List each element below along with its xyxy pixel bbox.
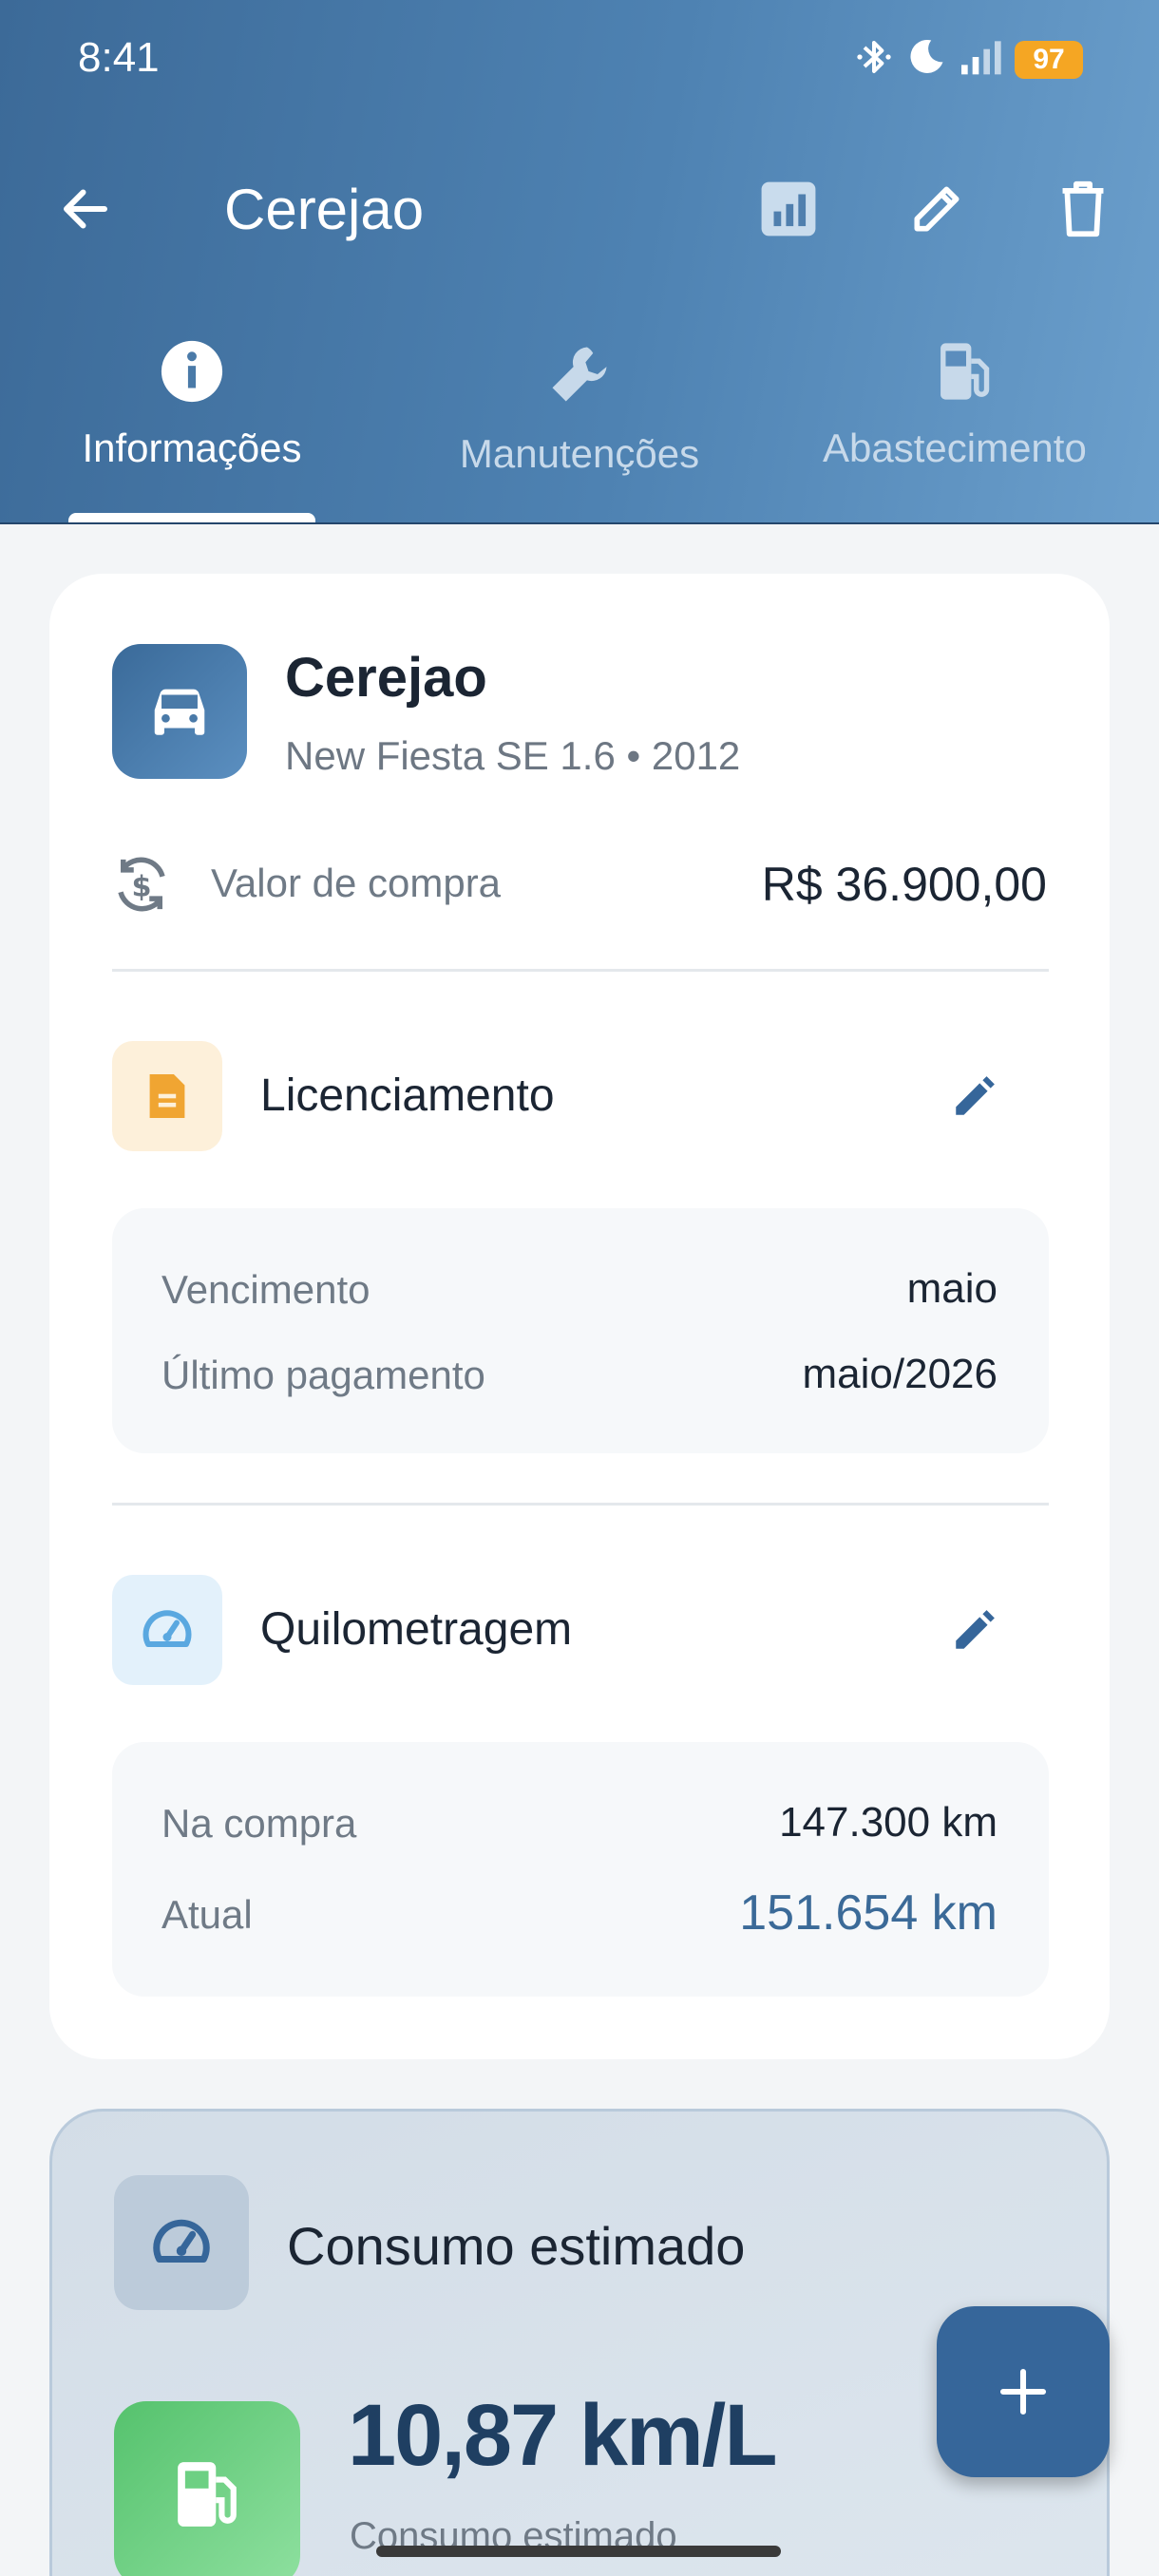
speedometer-icon [142,1610,192,1647]
speedometer-icon [153,2219,210,2263]
signal-icon [960,38,1001,81]
delete-vehicle-button[interactable] [1047,173,1119,245]
vehicle-model: New Fiesta SE 1.6 • 2012 [285,733,741,778]
purchase-value: R$ 36.900,00 [761,858,1047,911]
vehicle-avatar [112,644,247,779]
info-icon [161,340,223,403]
last-payment-label: Último pagamento [162,1353,485,1397]
pencil-icon [956,1610,995,1649]
chart-icon [761,181,816,237]
consumption-icon-box [114,2175,249,2310]
back-button[interactable] [55,179,116,239]
divider [112,969,1049,972]
svg-text:$: $ [131,870,151,903]
active-tab-indicator [68,513,315,522]
currency-exchange-icon: $ [110,853,173,916]
consumption-value: 10,87 km/L [348,2387,778,2484]
mileage-title: Quilometragem [260,1604,573,1655]
edit-mileage-button[interactable] [942,1600,1005,1662]
purchase-km-value: 147.300 km [779,1799,998,1846]
car-icon [154,689,205,735]
pencil-icon [956,1076,995,1115]
battery-badge: 97 [1015,40,1083,79]
purchase-km-label: Na compra [162,1801,357,1846]
bluetooth-icon [855,36,893,83]
licensing-details-panel [112,1208,1049,1453]
status-time: 8:41 [78,34,160,81]
last-payment-value: maio/2026 [802,1351,998,1397]
tab-informacoes[interactable]: Informações [68,338,315,524]
fuel-pump-icon [940,343,990,400]
purchase-value-label: Valor de compra [211,861,502,905]
tab-label: Manutenções [459,431,700,476]
tab-label: Abastecimento [823,426,1087,470]
pencil-icon [914,186,960,232]
mileage-details-panel [112,1742,1049,1997]
due-value: maio [906,1265,998,1312]
current-km-label: Atual [162,1892,253,1937]
document-icon [149,1074,185,1118]
tab-label: Informações [82,426,302,470]
status-icons: 97 [855,36,1083,83]
do-not-disturb-moon-icon [906,37,946,82]
edit-licensing-button[interactable] [942,1066,1005,1128]
home-indicator[interactable] [376,2546,781,2557]
wrench-icon [552,347,607,402]
add-button[interactable] [937,2306,1110,2477]
edit-vehicle-button[interactable] [901,173,973,245]
arrow-left-icon [64,189,107,229]
fuel-icon-box [114,2401,300,2576]
current-km-value: 151.654 km [739,1885,998,1941]
divider [112,1503,1049,1506]
licensing-title: Licenciamento [260,1070,555,1121]
due-label: Vencimento [162,1267,370,1312]
plus-icon [999,2368,1047,2415]
consumption-title: Consumo estimado [287,2216,746,2276]
statistics-button[interactable] [752,173,825,245]
tab-manutencoes[interactable]: Manutenções [446,338,712,524]
mileage-icon-box [112,1575,222,1685]
page-title: Cerejao [224,178,425,241]
vehicle-name: Cerejao [285,647,487,709]
gas-station-icon [178,2462,237,2527]
tab-abastecimento[interactable]: Abastecimento [823,338,1159,524]
licensing-icon-box [112,1041,222,1151]
trash-icon [1062,180,1104,237]
